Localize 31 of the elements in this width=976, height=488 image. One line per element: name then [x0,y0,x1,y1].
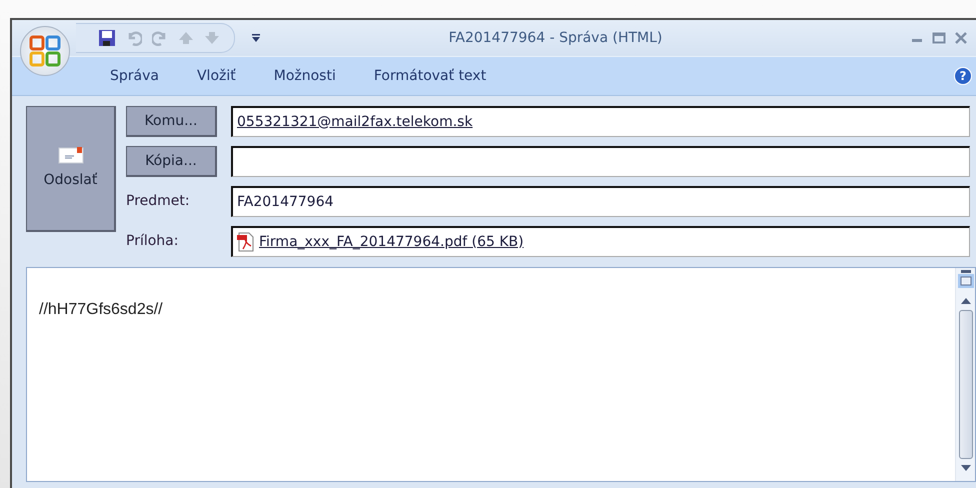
ribbon-tab[interactable]: Možnosti [274,66,360,86]
address-field[interactable]: 055321321@mail2fax.telekom.sk [231,106,970,137]
scrollbar-thumb[interactable] [958,310,972,459]
help-button[interactable]: ? [954,67,972,85]
ribbon-tab[interactable]: Vložiť [196,66,260,86]
scroll-down-icon[interactable] [960,463,972,473]
field-label: Predmet: [126,192,191,211]
send-button[interactable]: Odoslať [26,106,116,232]
attachment-field[interactable]: Firma_xxx_FA_201477964.pdf (65 KB) [231,226,970,257]
ribbon-tab[interactable]: Formátovať text [374,66,510,86]
envelope-icon [58,146,84,164]
address-field[interactable] [231,146,970,177]
maximize-icon[interactable] [932,31,946,45]
address-button[interactable]: Komu... [126,106,217,137]
body-text: //hH77Gfs6sd2s// [38,300,164,320]
close-icon[interactable] [954,31,968,45]
split-handle-icon[interactable] [958,268,972,274]
ribbon-tab[interactable]: Správa [110,66,183,86]
office-button[interactable] [20,26,70,76]
customize-dropdown-icon[interactable] [251,33,261,43]
subject-field[interactable]: FA201477964 [231,186,970,217]
attachment-link[interactable]: Firma_xxx_FA_201477964.pdf (65 KB) [259,232,524,252]
save-icon[interactable] [98,29,116,47]
message-body[interactable]: //hH77Gfs6sd2s// [26,267,976,482]
office-logo-icon [28,34,62,68]
window-title: FA201477964 - Správa (HTML) [448,28,664,48]
pdf-file-icon [237,232,255,252]
field-label: Príloha: [126,232,180,251]
address-button[interactable]: Kópia... [126,146,217,177]
ruler-toggle-icon[interactable] [958,274,974,288]
scroll-up-icon[interactable] [960,296,972,306]
